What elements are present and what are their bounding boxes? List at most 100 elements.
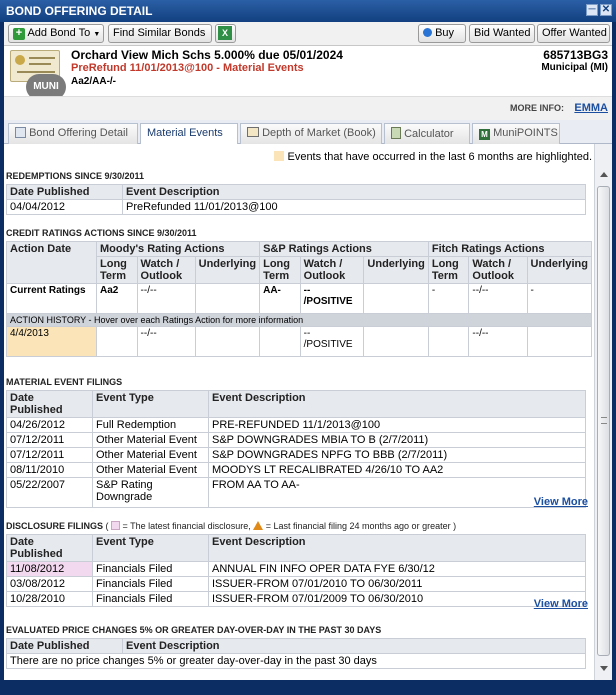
rating-cell[interactable]: [259, 326, 301, 357]
rating-cell[interactable]: [194, 283, 261, 314]
disclosure-view-more-link[interactable]: View More: [534, 598, 588, 610]
rating-cell[interactable]: [363, 283, 429, 314]
window-title-bar: BOND OFFERING DETAIL ─ ✕: [0, 0, 616, 22]
date-cell: 11/08/2012: [6, 561, 93, 577]
disclosure-filings-table: Date Published Event Type Event Descript…: [6, 534, 586, 607]
grip-icon: [601, 417, 607, 424]
vertical-scrollbar[interactable]: [594, 144, 612, 680]
column-header: Event Type: [92, 390, 209, 418]
rating-cell[interactable]: AA-: [259, 283, 301, 314]
event-type-cell: S&P Rating Downgrade: [92, 477, 209, 508]
buy-circle-icon: [423, 28, 432, 37]
rating-cell[interactable]: Aa2: [96, 283, 138, 314]
date-cell: 04/26/2012: [6, 417, 93, 433]
filings-view-more-link[interactable]: View More: [534, 496, 588, 508]
table-row: 05/22/2007 S&P Rating Downgrade FROM AA …: [6, 477, 586, 508]
tab-calculator[interactable]: Calculator: [384, 123, 470, 144]
legend-text: Events that have occurred in the last 6 …: [287, 151, 592, 163]
rating-cell[interactable]: --/--: [136, 283, 196, 314]
tab-munipoints[interactable]: M MuniPOINTS: [472, 123, 560, 144]
redemptions-title: REDEMPTIONS SINCE 9/30/2011: [6, 171, 145, 181]
tab-bond-offering-detail[interactable]: Bond Offering Detail: [8, 123, 138, 144]
rating-cell[interactable]: -: [526, 283, 592, 314]
column-header: Event Description: [122, 184, 586, 200]
tab-label: Depth of Market (Book): [262, 127, 376, 139]
column-header: Date Published: [6, 390, 93, 418]
rating-cell[interactable]: [526, 326, 592, 357]
rating-cell[interactable]: --/--: [468, 326, 528, 357]
price-changes-table: Date Published Event Description There a…: [6, 638, 586, 669]
sub-header: Long Term: [96, 256, 138, 284]
rating-cell[interactable]: --/--: [136, 326, 196, 357]
close-icon[interactable]: ✕: [600, 4, 612, 16]
date-cell: 07/12/2011: [6, 447, 93, 463]
description-cell[interactable]: MOODYS LT RECALIBRATED 4/26/10 TO AA2: [208, 462, 586, 478]
moodys-header: Moody's Rating Actions: [95, 241, 261, 257]
description-cell[interactable]: S&P DOWNGRADES MBIA TO B (2/7/2011): [208, 432, 586, 448]
description-cell[interactable]: ISSUER-FROM 07/01/2010 TO 06/30/2011: [208, 576, 586, 592]
fitch-header: Fitch Ratings Actions: [427, 241, 593, 257]
offer-wanted-button[interactable]: Offer Wanted: [537, 24, 610, 43]
rating-cell[interactable]: [194, 326, 261, 357]
rating-cell[interactable]: [427, 326, 470, 357]
sub-header: Watch / Outlook: [468, 256, 528, 284]
description-cell[interactable]: ANNUAL FIN INFO OPER DATA FYE 6/30/12: [208, 561, 586, 577]
sp-header: S&P Ratings Actions: [259, 241, 429, 257]
rating-cell[interactable]: --/POSITIVE: [299, 283, 365, 314]
tab-depth-of-market[interactable]: Depth of Market (Book): [240, 123, 382, 144]
document-icon: [15, 127, 26, 138]
outlook-top: --: [303, 328, 311, 339]
table-row: 04/26/2012 Full Redemption PRE-REFUNDED …: [6, 417, 586, 433]
description-cell[interactable]: S&P DOWNGRADES NPFG TO BBB (2/7/2011): [208, 447, 586, 463]
event-type-cell: Other Material Event: [92, 432, 209, 448]
highlight-legend: Events that have occurred in the last 6 …: [274, 151, 592, 163]
scroll-down-icon[interactable]: [600, 666, 608, 671]
table-row: 04/04/2012 PreRefunded 11/01/2013@100: [6, 199, 586, 215]
rating-cell[interactable]: --/POSITIVE: [299, 326, 365, 357]
bid-wanted-button[interactable]: Bid Wanted: [469, 24, 535, 43]
sub-header: Watch / Outlook: [136, 256, 196, 284]
table-header-row: Date Published Event Description: [6, 184, 586, 200]
minimize-icon[interactable]: ─: [586, 4, 598, 16]
credit-ratings-table: Action Date Moody's Rating Actions S&P R…: [6, 241, 593, 357]
event-type-cell: Financials Filed: [92, 591, 209, 607]
emma-link[interactable]: EMMA: [574, 102, 608, 114]
sub-header: Long Term: [259, 256, 301, 284]
table-row: 07/12/2011 Other Material Event S&P DOWN…: [6, 432, 586, 448]
disclosure-title-text: DISCLOSURE FILINGS: [6, 521, 104, 531]
tab-label: Bond Offering Detail: [29, 127, 128, 139]
window-footer: [0, 680, 616, 695]
table-row: 11/08/2012 Financials Filed ANNUAL FIN I…: [6, 561, 586, 577]
warning-icon: [253, 521, 264, 530]
outlook-top: --: [303, 285, 311, 296]
table-header-row: Date Published Event Description: [6, 638, 586, 654]
buy-button[interactable]: Buy: [418, 24, 466, 43]
history-row: 4/4/2013 --/-- --/POSITIVE --/--: [6, 326, 592, 357]
tab-label: Calculator: [404, 128, 454, 140]
latest-filing-swatch: [111, 521, 121, 530]
offer-wanted-label: Offer Wanted: [542, 27, 607, 39]
export-excel-button[interactable]: X: [215, 24, 236, 43]
rating-cell[interactable]: [363, 326, 429, 357]
action-history-note: ACTION HISTORY - Hover over each Ratings…: [6, 313, 592, 327]
price-changes-title: EVALUATED PRICE CHANGES 5% OR GREATER DA…: [6, 625, 382, 635]
description-cell: PreRefunded 11/01/2013@100: [122, 199, 586, 215]
rating-cell[interactable]: --/--: [468, 283, 528, 314]
table-row: There are no price changes 5% or greater…: [6, 653, 586, 669]
rating-cell[interactable]: [96, 326, 138, 357]
find-similar-bonds-button[interactable]: Find Similar Bonds: [108, 24, 212, 43]
add-bond-button[interactable]: + Add Bond To ▼: [8, 24, 104, 43]
plus-icon: +: [13, 28, 25, 40]
tab-material-events[interactable]: Material Events: [140, 123, 238, 145]
description-cell[interactable]: FROM AA TO AA-: [208, 477, 586, 508]
scroll-up-icon[interactable]: [600, 172, 608, 177]
description-cell[interactable]: PRE-REFUNDED 11/1/2013@100: [208, 417, 586, 433]
date-cell: 05/22/2007: [6, 477, 93, 508]
scroll-thumb[interactable]: [597, 186, 610, 656]
description-cell[interactable]: ISSUER-FROM 07/01/2009 TO 06/30/2010: [208, 591, 586, 607]
table-header-row: Date Published Event Type Event Descript…: [6, 534, 586, 562]
rating-cell[interactable]: -: [427, 283, 470, 314]
highlight-swatch: [274, 151, 285, 161]
toolbar: + Add Bond To ▼ Find Similar Bonds X Buy…: [4, 22, 612, 46]
material-event-filings-title: MATERIAL EVENT FILINGS: [6, 377, 123, 387]
